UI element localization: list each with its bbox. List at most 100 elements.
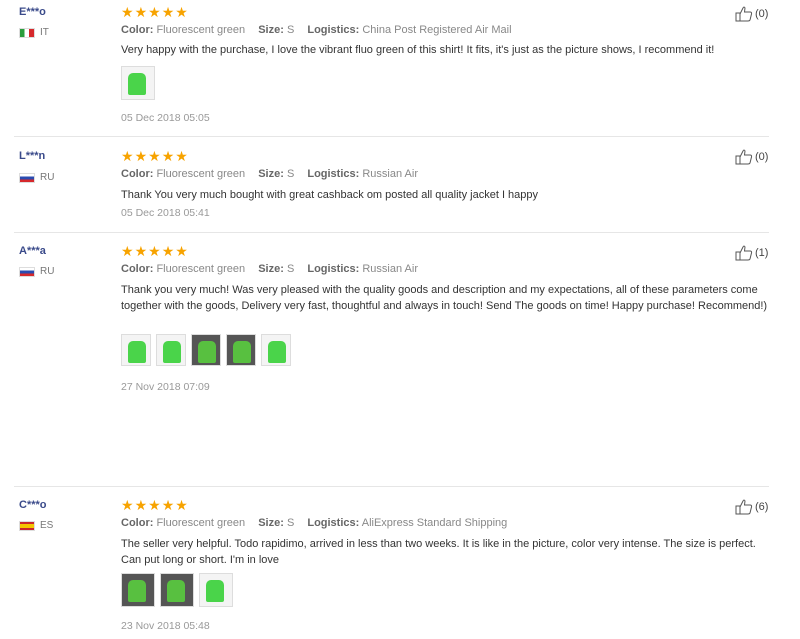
size-value: S bbox=[286, 263, 295, 275]
star-icon: ★ bbox=[121, 243, 134, 259]
star-rating: ★ ★ ★ ★ ★ bbox=[121, 5, 188, 19]
color-label: Color: bbox=[121, 168, 154, 180]
color-label: Color: bbox=[121, 517, 154, 529]
color-value: Fluorescent green bbox=[156, 24, 246, 36]
helpful-count: (1) bbox=[755, 247, 769, 259]
size-label: Size: bbox=[258, 24, 284, 36]
divider bbox=[14, 486, 769, 487]
star-icon: ★ bbox=[121, 4, 134, 20]
flag-icon bbox=[19, 266, 35, 277]
star-icon: ★ bbox=[134, 243, 148, 259]
thumbs-up-icon bbox=[735, 6, 753, 22]
star-icon: ★ bbox=[148, 497, 161, 513]
review-photo[interactable] bbox=[121, 66, 155, 100]
helpful-button[interactable]: (6) bbox=[735, 499, 768, 515]
logistics-label: Logistics: bbox=[307, 168, 360, 180]
order-info: Color: Fluorescent green Size: S Logisti… bbox=[121, 263, 418, 275]
review-date: 27 Nov 2018 07:09 bbox=[121, 381, 210, 393]
logistics-label: Logistics: bbox=[307, 263, 360, 275]
star-icon: ★ bbox=[175, 243, 188, 259]
reviewer-country: ES bbox=[19, 520, 53, 531]
star-icon: ★ bbox=[175, 497, 188, 513]
size-value: S bbox=[286, 517, 295, 529]
helpful-count: (0) bbox=[755, 8, 769, 20]
review-photo[interactable] bbox=[191, 334, 221, 366]
logistics-value: Russian Air bbox=[362, 263, 418, 275]
reviewer-name[interactable]: L***n bbox=[19, 150, 45, 162]
order-info: Color: Fluorescent green Size: S Logisti… bbox=[121, 517, 507, 529]
divider bbox=[14, 232, 769, 233]
reviewer-country: RU bbox=[19, 172, 54, 183]
reviewer-country: IT bbox=[19, 27, 49, 38]
reviewer-name[interactable]: C***o bbox=[19, 499, 47, 511]
logistics-label: Logistics: bbox=[307, 517, 360, 529]
review-photos bbox=[121, 334, 291, 366]
star-icon: ★ bbox=[175, 148, 188, 164]
review-photo[interactable] bbox=[121, 573, 155, 607]
color-label: Color: bbox=[121, 24, 154, 36]
color-value: Fluorescent green bbox=[156, 168, 246, 180]
star-icon: ★ bbox=[161, 148, 175, 164]
helpful-button[interactable]: (1) bbox=[735, 245, 768, 261]
star-rating: ★ ★ ★ ★ ★ bbox=[121, 149, 188, 163]
country-code: IT bbox=[40, 27, 49, 38]
size-value: S bbox=[286, 168, 295, 180]
color-value: Fluorescent green bbox=[156, 263, 246, 275]
flag-icon bbox=[19, 520, 35, 531]
review-photo[interactable] bbox=[121, 334, 151, 366]
helpful-count: (0) bbox=[755, 151, 769, 163]
star-icon: ★ bbox=[134, 148, 148, 164]
order-info: Color: Fluorescent green Size: S Logisti… bbox=[121, 168, 418, 180]
star-icon: ★ bbox=[148, 4, 161, 20]
reviewer-country: RU bbox=[19, 266, 54, 277]
star-icon: ★ bbox=[121, 497, 134, 513]
review-date: 05 Dec 2018 05:41 bbox=[121, 207, 210, 219]
size-label: Size: bbox=[258, 263, 284, 275]
review-photo[interactable] bbox=[156, 334, 186, 366]
thumbs-up-icon bbox=[735, 245, 753, 261]
helpful-button[interactable]: (0) bbox=[735, 6, 768, 22]
helpful-button[interactable]: (0) bbox=[735, 149, 768, 165]
logistics-value: AliExpress Standard Shipping bbox=[361, 517, 508, 529]
thumbs-up-icon bbox=[735, 149, 753, 165]
review-text: Very happy with the purchase, I love the… bbox=[121, 44, 715, 56]
review-photo[interactable] bbox=[160, 573, 194, 607]
flag-icon bbox=[19, 172, 35, 183]
country-code: RU bbox=[40, 266, 55, 277]
review-photo[interactable] bbox=[199, 573, 233, 607]
star-icon: ★ bbox=[134, 4, 148, 20]
review-text: The seller very helpful. Todo rapidimo, … bbox=[121, 538, 756, 566]
review-date: 05 Dec 2018 05:05 bbox=[121, 112, 210, 124]
star-rating: ★ ★ ★ ★ ★ bbox=[121, 244, 188, 258]
size-label: Size: bbox=[258, 168, 284, 180]
country-code: ES bbox=[40, 520, 54, 531]
size-label: Size: bbox=[258, 517, 284, 529]
reviewer-name[interactable]: E***o bbox=[19, 6, 46, 18]
review-photos bbox=[121, 66, 155, 100]
star-icon: ★ bbox=[148, 243, 161, 259]
divider bbox=[14, 136, 769, 137]
flag-icon bbox=[19, 27, 35, 38]
star-rating: ★ ★ ★ ★ ★ bbox=[121, 498, 188, 512]
logistics-value: Russian Air bbox=[362, 168, 418, 180]
color-label: Color: bbox=[121, 263, 154, 275]
star-icon: ★ bbox=[121, 148, 134, 164]
star-icon: ★ bbox=[161, 243, 175, 259]
country-code: RU bbox=[40, 172, 55, 183]
review-photo[interactable] bbox=[226, 334, 256, 366]
color-value: Fluorescent green bbox=[156, 517, 246, 529]
reviewer-name[interactable]: A***a bbox=[19, 245, 46, 257]
helpful-count: (6) bbox=[755, 501, 769, 513]
thumbs-up-icon bbox=[735, 499, 753, 515]
review-text: Thank you very much! Was very pleased wi… bbox=[121, 284, 768, 312]
review-photo[interactable] bbox=[261, 334, 291, 366]
logistics-label: Logistics: bbox=[307, 24, 360, 36]
star-icon: ★ bbox=[134, 497, 148, 513]
review-photos bbox=[121, 573, 233, 607]
star-icon: ★ bbox=[161, 497, 175, 513]
star-icon: ★ bbox=[148, 148, 161, 164]
logistics-value: China Post Registered Air Mail bbox=[362, 24, 512, 36]
size-value: S bbox=[286, 24, 295, 36]
star-icon: ★ bbox=[161, 4, 175, 20]
review-text: Thank You very much bought with great ca… bbox=[121, 189, 539, 201]
